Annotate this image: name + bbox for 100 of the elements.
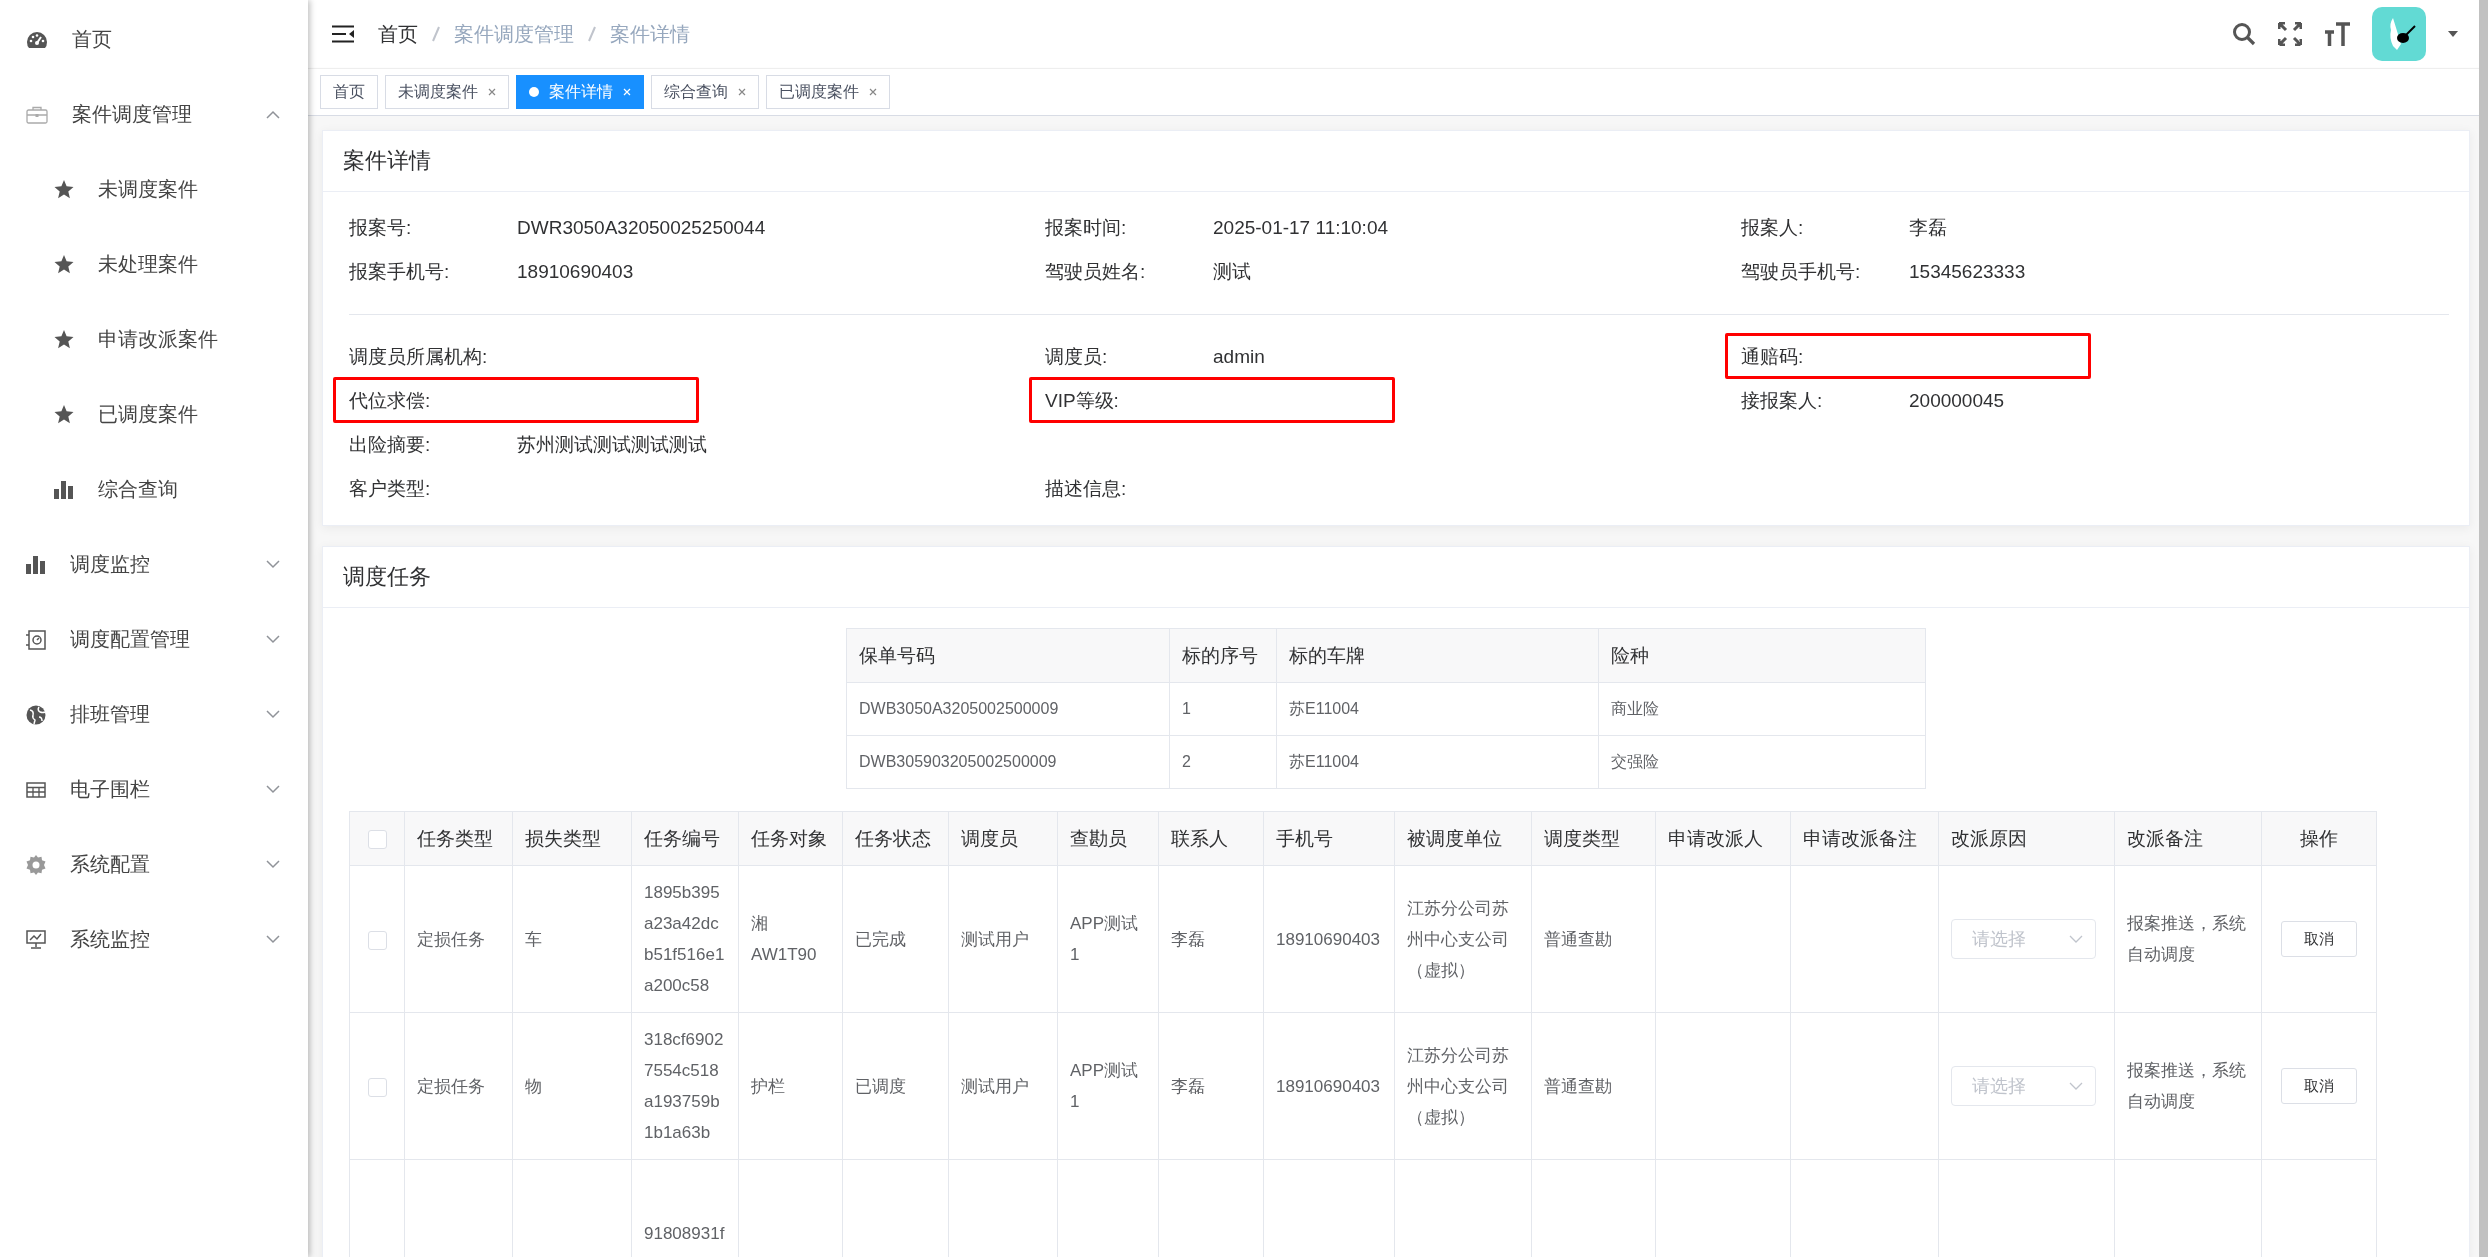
field-value: DWR3050A32050025250044 <box>517 217 766 239</box>
safe-icon <box>26 629 46 650</box>
column-header: 改派原因 <box>1938 811 2115 866</box>
table-cell: 湘AW1T90 <box>751 914 817 964</box>
table-cell: 物 <box>525 1076 542 1096</box>
field-value: 200000045 <box>1909 390 2005 412</box>
bar-chart-icon <box>26 555 46 574</box>
slash-separator-icon <box>588 26 596 42</box>
field-label: 报案时间: <box>1045 216 1128 240</box>
submenu-item[interactable]: 申请改派案件 <box>0 302 308 377</box>
field-label: 通赔码: <box>1741 345 1805 369</box>
settings-icon <box>26 854 46 875</box>
table-cell: 李磊 <box>1171 929 1205 949</box>
breadcrumb-item[interactable]: 首页 <box>378 20 418 48</box>
checkbox[interactable] <box>367 1077 387 1097</box>
column-header: 损失类型 <box>512 811 632 866</box>
menu-item[interactable]: 电子围栏 <box>0 752 308 827</box>
menu-item[interactable]: 系统监控 <box>0 902 308 977</box>
field-label: 报案手机号: <box>349 260 451 284</box>
menu-icon[interactable] <box>332 25 354 43</box>
fullscreen-icon[interactable] <box>2278 22 2302 46</box>
menu-item[interactable]: 排班管理 <box>0 677 308 752</box>
menu-item[interactable]: 调度配置管理 <box>0 602 308 677</box>
table-cell: DWB3050A3205002500009 <box>846 682 1170 736</box>
chevron-down-icon <box>266 785 280 794</box>
submenu-item[interactable]: 已调度案件 <box>0 377 308 452</box>
field-label: 代位求偿: <box>349 389 432 413</box>
submenu-item[interactable]: 综合查询 <box>0 452 308 527</box>
table-cell: 318cf69027554c518a193759b1b1a63b <box>644 1030 724 1142</box>
field-label: 调度员所属机构: <box>349 345 489 369</box>
field-label: 驾驶员姓名: <box>1045 260 1147 284</box>
tab[interactable]: 已调度案件 <box>766 75 890 109</box>
column-header: 任务状态 <box>842 811 949 866</box>
bar-chart-icon <box>54 480 74 499</box>
table-cell: 18910690403 <box>1276 929 1380 949</box>
scrollbar[interactable] <box>2479 0 2488 1257</box>
table-cell: 2 <box>1169 735 1277 789</box>
column-header: 申请改派人 <box>1655 811 1791 866</box>
cancel-button[interactable]: 取消 <box>2281 921 2357 957</box>
field-label: 描述信息: <box>1045 477 1128 501</box>
table-cell: 1 <box>1169 682 1277 736</box>
menu-item[interactable]: 系统配置 <box>0 827 308 902</box>
dashboard-icon <box>26 30 48 49</box>
table-cell: DWB305903205002500009 <box>846 735 1170 789</box>
caret-icon[interactable] <box>2448 31 2458 37</box>
checkbox[interactable] <box>367 830 387 849</box>
chevron-down-icon <box>2069 935 2083 943</box>
field-label: 出险摘要: <box>349 433 432 457</box>
checkbox[interactable] <box>367 930 387 950</box>
column-header: 调度员 <box>948 811 1058 866</box>
menu-item[interactable]: 案件调度管理 <box>0 77 308 152</box>
column-header: 保单号码 <box>846 628 1170 683</box>
close-icon[interactable] <box>738 88 746 96</box>
field-value: 2025-01-17 11:10:04 <box>1213 217 1389 239</box>
card-title: 调度任务 <box>343 563 431 591</box>
tab[interactable]: 首页 <box>320 75 378 109</box>
column-header: 标的序号 <box>1169 628 1277 683</box>
submenu-item[interactable]: 未调度案件 <box>0 152 308 227</box>
field-value: 苏州测试测试测试测试 <box>517 433 707 457</box>
column-header: 调度类型 <box>1531 811 1656 866</box>
table-cell: 定损任务 <box>417 1076 485 1096</box>
column-header: 查勘员 <box>1057 811 1159 866</box>
chevron-down-icon <box>266 710 280 719</box>
chevron-down-icon <box>2069 1082 2083 1090</box>
menu-item[interactable]: 调度监控 <box>0 527 308 602</box>
globe-icon <box>26 704 46 725</box>
table-cell: APP测试1 <box>1070 914 1139 964</box>
field-value: admin <box>1213 346 1265 368</box>
card-title: 案件详情 <box>343 147 431 175</box>
column-header: 操作 <box>2261 811 2377 866</box>
tab[interactable]: 未调度案件 <box>385 75 509 109</box>
column-header: 标的车牌 <box>1276 628 1599 683</box>
column-header: 任务编号 <box>631 811 739 866</box>
table-cell: 1895b395a23a42dcb51f516e1a200c58 <box>644 883 725 995</box>
menu-item[interactable]: 首页 <box>0 2 308 77</box>
slash-separator-icon <box>432 26 440 42</box>
table-cell: 交强险 <box>1598 735 1926 789</box>
column-header: 任务类型 <box>404 811 513 866</box>
table-cell: 报案推送，系统自动调度 <box>2127 914 2246 964</box>
table-cell: 普通查勘 <box>1544 1076 1612 1096</box>
field-label: 客户类型: <box>349 477 432 501</box>
cancel-button[interactable]: 取消 <box>2281 1068 2357 1104</box>
avatar[interactable] <box>2372 7 2426 61</box>
close-icon[interactable] <box>869 88 877 96</box>
chevron-down-icon <box>266 860 280 869</box>
close-icon[interactable] <box>488 88 496 96</box>
table-cell: 苏E11004 <box>1276 682 1599 736</box>
chevron-up-icon <box>266 110 280 119</box>
field-label: 报案人: <box>1741 216 1805 240</box>
column-header: 手机号 <box>1263 811 1395 866</box>
chevron-down-icon <box>266 560 280 569</box>
submenu-item[interactable]: 未处理案件 <box>0 227 308 302</box>
star-icon <box>54 405 74 424</box>
field-label: 驾驶员手机号: <box>1741 260 1862 284</box>
chevron-down-icon <box>266 635 280 644</box>
field-label: 调度员: <box>1045 345 1109 369</box>
tab[interactable]: 综合查询 <box>651 75 759 109</box>
font-size-icon[interactable] <box>2324 22 2350 46</box>
search-icon[interactable] <box>2232 22 2256 46</box>
field-label: 接报案人: <box>1741 389 1824 413</box>
